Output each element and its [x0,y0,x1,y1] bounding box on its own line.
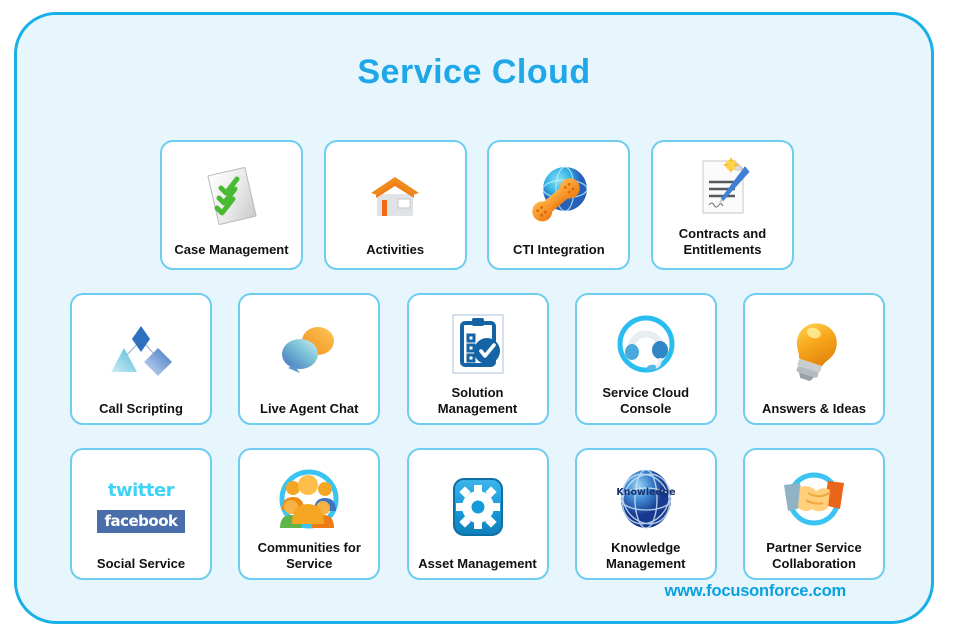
phone-globe-icon [493,150,624,242]
feature-card-label: Service Cloud Console [602,385,690,416]
feature-card-label: Partner Service Collaboration [766,540,862,571]
feature-card-label: CTI Integration [512,241,605,257]
feature-row-2: Call Scripting Live Agent Chat Solution … [70,293,885,425]
feature-card-service-cloud-console[interactable]: Service Cloud Console [574,293,717,425]
feature-card-label: Live Agent Chat [260,400,359,416]
feature-card-call-scripting[interactable]: Call Scripting [70,293,212,425]
headset-icon [581,303,711,385]
lightbulb-icon [749,303,879,401]
feature-card-asset-management[interactable]: Asset Management [406,448,549,580]
feature-card-label: Answers & Ideas [761,400,867,416]
feature-card-label: Case Management [174,241,289,257]
feature-card-label: Asset Management [418,555,537,571]
feature-card-knowledge-management[interactable]: Knowledge Knowledge Management [574,448,717,580]
feature-card-label: Activities [366,241,425,257]
feature-card-live-agent-chat[interactable]: Live Agent Chat [238,293,381,425]
feature-card-case-management[interactable]: Case Management [160,140,303,270]
feature-card-label: Call Scripting [99,400,183,416]
feature-card-label: Communities for Service [257,540,361,571]
feature-card-social-service[interactable]: twitter facebook Social Service [70,448,212,580]
globe-text: Knowledge [616,487,675,498]
facebook-logo: facebook [97,510,185,534]
feature-card-communities-for-service[interactable]: Communities for Service [238,448,381,580]
twitter-logo: twitter [107,480,175,502]
contract-pen-icon [657,150,788,226]
feature-row-3: twitter facebook Social Service Communit… [70,448,885,580]
feature-card-cti-integration[interactable]: CTI Integration [487,140,631,270]
feature-card-label: Solution Management [437,385,518,416]
feature-card-solution-management[interactable]: Solution Management [406,293,549,425]
people-group-icon [244,458,374,540]
social-logos-icon: twitter facebook [76,458,206,556]
feature-row-1: Case Management Activities CTI Integrati… [160,140,794,270]
feature-card-label: Contracts and Entitlements [678,226,767,257]
page-title: Service Cloud [357,53,591,91]
feature-card-answers-ideas[interactable]: Answers & Ideas [743,293,885,425]
knowledge-globe-icon: Knowledge [581,458,711,540]
feature-card-label: Knowledge Management [606,540,686,571]
feature-card-contracts-entitlements[interactable]: Contracts and Entitlements [650,140,794,270]
checklist-document-icon [166,150,297,242]
feature-card-label: Social Service [96,555,186,571]
gear-icon [413,458,543,556]
service-cloud-panel: Service Cloud Case Management Activities… [14,12,934,624]
footer-url[interactable]: www.focusonforce.com [665,582,847,601]
speech-bubbles-icon [244,303,374,401]
feature-card-partner-service-collaboration[interactable]: Partner Service Collaboration [743,448,885,580]
feature-card-activities[interactable]: Activities [323,140,467,270]
handshake-icon [749,458,879,540]
clipboard-check-icon [413,303,543,385]
shapes-flow-icon [76,303,206,401]
house-icon [330,150,461,242]
